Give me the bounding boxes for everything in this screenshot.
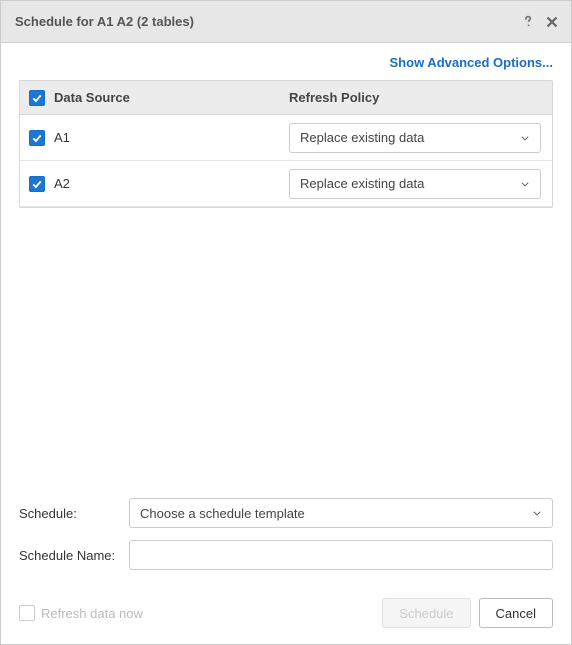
row-checkbox[interactable] — [29, 176, 45, 192]
refresh-policy-select[interactable]: Replace existing data — [289, 123, 541, 153]
show-advanced-options-link[interactable]: Show Advanced Options... — [390, 55, 553, 70]
data-source-name: A2 — [54, 176, 70, 191]
chevron-down-icon — [520, 133, 530, 143]
schedule-name-row: Schedule Name: — [19, 540, 553, 570]
refresh-data-now-option: Refresh data now — [19, 605, 143, 621]
advanced-options-row: Show Advanced Options... — [19, 55, 553, 70]
row-checkbox[interactable] — [29, 130, 45, 146]
dialog-footer: Refresh data now Schedule Cancel — [1, 590, 571, 644]
cancel-button[interactable]: Cancel — [479, 598, 553, 628]
schedule-template-select[interactable]: Choose a schedule template — [129, 498, 553, 528]
schedule-row: Schedule: Choose a schedule template — [19, 498, 553, 528]
schedule-dialog: Schedule for A1 A2 (2 tables) Show Advan… — [0, 0, 572, 645]
dialog-body: Show Advanced Options... Data Source Ref… — [1, 43, 571, 590]
schedule-button-label: Schedule — [399, 606, 453, 621]
refresh-policy-value: Replace existing data — [300, 176, 424, 191]
data-source-header-label: Data Source — [54, 90, 130, 105]
refresh-now-checkbox — [19, 605, 35, 621]
schedule-button: Schedule — [382, 598, 470, 628]
refresh-policy-header-label: Refresh Policy — [289, 90, 379, 105]
refresh-now-label: Refresh data now — [41, 606, 143, 621]
cancel-button-label: Cancel — [496, 606, 536, 621]
select-all-checkbox[interactable] — [29, 90, 45, 106]
refresh-policy-header: Refresh Policy — [289, 90, 552, 105]
schedule-name-label: Schedule Name: — [19, 548, 129, 563]
data-source-name: A1 — [54, 130, 70, 145]
grid-spacer — [19, 208, 553, 498]
help-icon[interactable] — [519, 13, 537, 31]
grid-header-row: Data Source Refresh Policy — [20, 81, 552, 115]
data-source-grid: Data Source Refresh Policy A1 Repla — [19, 80, 553, 208]
chevron-down-icon — [532, 508, 542, 518]
select-all-cell — [20, 90, 54, 106]
table-row: A2 Replace existing data — [20, 161, 552, 207]
schedule-label: Schedule: — [19, 506, 129, 521]
schedule-template-value: Choose a schedule template — [140, 506, 305, 521]
advanced-options-label: Show Advanced Options... — [390, 55, 553, 70]
schedule-name-input[interactable] — [129, 540, 553, 570]
table-row: A1 Replace existing data — [20, 115, 552, 161]
close-icon[interactable] — [543, 13, 561, 31]
refresh-policy-select[interactable]: Replace existing data — [289, 169, 541, 199]
chevron-down-icon — [520, 179, 530, 189]
data-source-header: Data Source — [54, 90, 289, 105]
dialog-header: Schedule for A1 A2 (2 tables) — [1, 1, 571, 43]
form-area: Schedule: Choose a schedule template Sch… — [19, 498, 553, 590]
dialog-title: Schedule for A1 A2 (2 tables) — [15, 14, 513, 29]
refresh-policy-value: Replace existing data — [300, 130, 424, 145]
